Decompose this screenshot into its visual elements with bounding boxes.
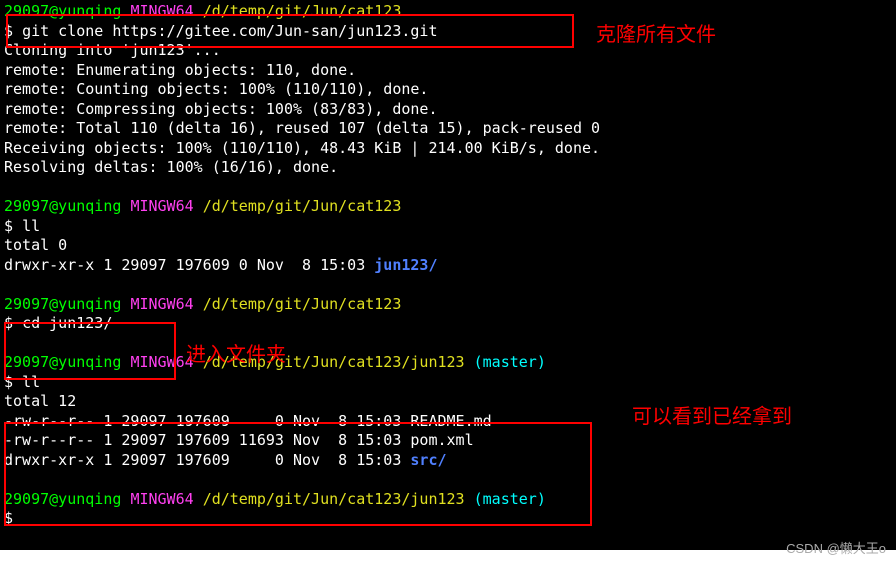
cmd-line[interactable]: $ git clone https://gitee.com/Jun-san/ju… [4,22,892,42]
output-line: -rw-r--r-- 1 29097 197609 11693 Nov 8 15… [4,431,892,451]
output-line: remote: Compressing objects: 100% (83/83… [4,100,892,120]
output-line: remote: Counting objects: 100% (110/110)… [4,80,892,100]
annotation-label: 进入文件夹 [186,342,286,368]
cmd-line[interactable]: $ ll [4,217,892,237]
annotation-label: 克隆所有文件 [596,22,716,48]
prompt-line: 29097@yunqing MINGW64 /d/temp/git/Jun/ca… [4,2,892,22]
cmd-line[interactable]: $ ll [4,373,892,393]
prompt-line: 29097@yunqing MINGW64 /d/temp/git/Jun/ca… [4,197,892,217]
output-line: total 0 [4,236,892,256]
output-line: Cloning into 'jun123'... [4,41,892,61]
prompt-line: 29097@yunqing MINGW64 /d/temp/git/Jun/ca… [4,490,892,510]
prompt-line: 29097@yunqing MINGW64 /d/temp/git/Jun/ca… [4,353,892,373]
output-line: remote: Enumerating objects: 110, done. [4,61,892,81]
watermark: CSDN @懒大王o [786,541,886,558]
output-line: drwxr-xr-x 1 29097 197609 0 Nov 8 15:03 … [4,256,892,276]
cmd-line[interactable]: $ [4,509,892,529]
prompt-line: 29097@yunqing MINGW64 /d/temp/git/Jun/ca… [4,295,892,315]
output-line: Resolving deltas: 100% (16/16), done. [4,158,892,178]
cmd-line[interactable]: $ cd jun123/ [4,314,892,334]
annotation-label: 可以看到已经拿到 [632,404,792,430]
output-line: drwxr-xr-x 1 29097 197609 0 Nov 8 15:03 … [4,451,892,471]
output-line: remote: Total 110 (delta 16), reused 107… [4,119,892,139]
output-line: Receiving objects: 100% (110/110), 48.43… [4,139,892,159]
